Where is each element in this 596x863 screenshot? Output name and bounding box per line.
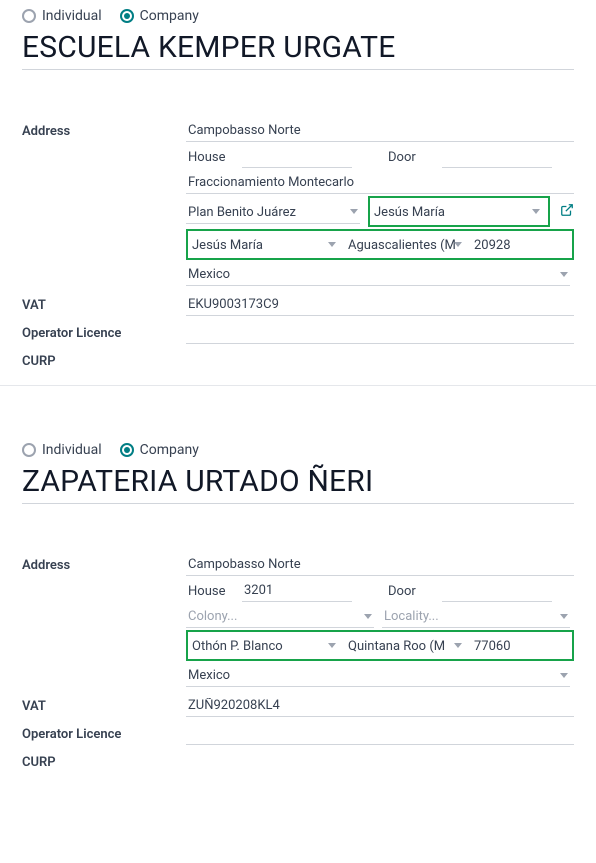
partner-form-2: Individual Company ZAPATERIA URTADO ÑERI… bbox=[0, 434, 596, 786]
country-select[interactable] bbox=[186, 663, 570, 687]
operator-licence-input[interactable] bbox=[186, 320, 574, 344]
radio-company-label: Company bbox=[140, 8, 199, 24]
locality-select[interactable] bbox=[372, 200, 542, 223]
house-number-input[interactable] bbox=[242, 144, 352, 168]
vat-input[interactable] bbox=[186, 693, 574, 717]
door-label: Door bbox=[386, 145, 438, 168]
country-select[interactable] bbox=[186, 262, 570, 286]
address-label: Address bbox=[22, 552, 186, 573]
vat-label: VAT bbox=[22, 693, 186, 714]
door-input[interactable] bbox=[442, 144, 552, 168]
house-number-input[interactable] bbox=[242, 578, 352, 602]
operator-licence-label: Operator Licence bbox=[22, 721, 186, 742]
locality-select[interactable] bbox=[382, 604, 570, 628]
curp-label: CURP bbox=[22, 348, 186, 369]
city-select[interactable] bbox=[190, 233, 338, 256]
house-label: House bbox=[186, 579, 238, 602]
state-select[interactable] bbox=[346, 233, 464, 256]
zip-input[interactable] bbox=[472, 634, 550, 657]
street-input[interactable] bbox=[186, 552, 574, 576]
company-name-title[interactable]: ZAPATERIA URTADO ÑERI bbox=[22, 464, 574, 504]
zip-input[interactable] bbox=[472, 233, 550, 256]
street2-input[interactable] bbox=[186, 170, 574, 194]
state-select[interactable] bbox=[346, 634, 464, 657]
street-input[interactable] bbox=[186, 118, 574, 142]
external-link-icon[interactable] bbox=[560, 203, 574, 221]
radio-individual[interactable]: Individual bbox=[22, 8, 102, 24]
door-input[interactable] bbox=[442, 578, 552, 602]
colony-select[interactable] bbox=[186, 604, 374, 628]
company-type-row: Individual Company bbox=[22, 442, 574, 458]
partner-form-1: Individual Company ESCUELA KEMPER URGATE… bbox=[0, 0, 596, 386]
company-type-row: Individual Company bbox=[22, 8, 574, 24]
operator-licence-input[interactable] bbox=[186, 721, 574, 745]
company-name-title[interactable]: ESCUELA KEMPER URGATE bbox=[22, 30, 574, 70]
radio-individual-label: Individual bbox=[42, 8, 102, 24]
city-select[interactable] bbox=[190, 634, 338, 657]
vat-label: VAT bbox=[22, 292, 186, 313]
radio-company[interactable]: Company bbox=[120, 442, 199, 458]
address-label: Address bbox=[22, 118, 186, 139]
house-label: House bbox=[186, 145, 238, 168]
door-label: Door bbox=[386, 579, 438, 602]
vat-input[interactable] bbox=[186, 292, 574, 316]
operator-licence-label: Operator Licence bbox=[22, 320, 186, 341]
radio-individual-label: Individual bbox=[42, 442, 102, 458]
radio-company[interactable]: Company bbox=[120, 8, 199, 24]
curp-label: CURP bbox=[22, 749, 186, 770]
radio-company-label: Company bbox=[140, 442, 199, 458]
radio-individual[interactable]: Individual bbox=[22, 442, 102, 458]
colony-select[interactable] bbox=[186, 200, 360, 224]
